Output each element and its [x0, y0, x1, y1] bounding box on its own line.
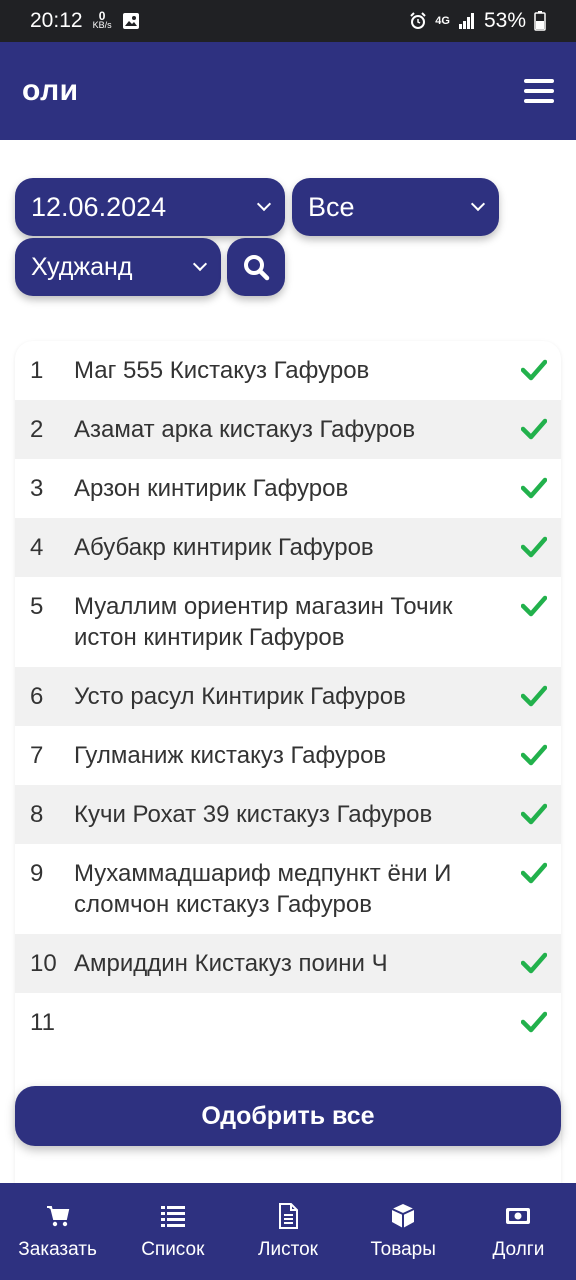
battery-percent: 53% [483, 9, 526, 32]
item-number: 2 [30, 416, 44, 443]
nav-label: Долги [492, 1238, 545, 1260]
check-icon [521, 803, 547, 825]
network-type: 4G [435, 15, 450, 27]
app-header: оли [0, 42, 576, 140]
nav-item-order[interactable]: Заказать [0, 1183, 115, 1280]
item-number: 1 [30, 357, 44, 384]
status-time: 20:12 [30, 9, 83, 32]
item-name: Амриддин Кистакуз поини Ч [74, 950, 388, 977]
item-name: Кучи Рохат 39 кистакуз Гафуров [74, 801, 433, 828]
search-icon [244, 255, 270, 281]
check-icon [521, 418, 547, 440]
item-name: Маг 555 Кистакуз Гафуров [74, 357, 370, 384]
nav-item-sheet[interactable]: Листок [230, 1183, 345, 1280]
nav-label: Листок [258, 1238, 318, 1260]
item-name: Азамат арка кистакуз Гафуров [74, 416, 416, 443]
item-name: Мухаммадшариф медпункт ёни Исломчон кист… [74, 860, 452, 918]
list-item[interactable]: 2 Азамат арка кистакуз Гафуров [15, 400, 561, 459]
chevron-down-icon [256, 196, 272, 212]
list-item[interactable]: 7 Гулманиж кистакуз Гафуров [15, 726, 561, 785]
cart-icon [46, 1205, 69, 1226]
list-item[interactable]: 11 [15, 993, 561, 1052]
document-icon [279, 1202, 298, 1229]
gallery-icon [122, 13, 139, 29]
list-item[interactable]: 4 Абубакр кинтирик Гафуров [15, 518, 561, 577]
item-number: 3 [30, 475, 44, 502]
city-select[interactable]: Худжанд [15, 238, 221, 296]
signal-icon [458, 13, 474, 29]
status-select-value: Все [308, 191, 355, 222]
list-item[interactable]: 8 Кучи Рохат 39 кистакуз Гафуров [15, 785, 561, 844]
list-item[interactable]: 6 Усто расул Кинтирик Гафуров [15, 667, 561, 726]
status-select[interactable]: Все [292, 178, 499, 236]
item-number: 5 [30, 593, 44, 620]
chevron-down-icon [470, 196, 486, 212]
page-title: оли [22, 74, 79, 107]
status-bar: 20:12 0 KB/s 4G 53% [0, 0, 576, 42]
item-name: Гулманиж кистакуз Гафуров [74, 742, 387, 769]
nav-label: Список [141, 1238, 205, 1260]
nav-item-list[interactable]: Список [115, 1183, 230, 1280]
check-icon [521, 477, 547, 499]
box-icon [391, 1203, 415, 1228]
item-number: 8 [30, 801, 44, 828]
check-icon [521, 1011, 547, 1033]
item-number: 10 [30, 950, 57, 977]
battery-icon [534, 11, 546, 31]
item-name: Арзон кинтирик Гафуров [74, 475, 349, 502]
check-icon [521, 685, 547, 707]
chevron-down-icon [192, 256, 208, 272]
bottom-nav: Заказать Список Листок Товары Долги [0, 1183, 576, 1280]
item-name: Абубакр кинтирик Гафуров [74, 534, 374, 561]
check-icon [521, 862, 547, 884]
nav-item-products[interactable]: Товары [346, 1183, 461, 1280]
city-select-value: Худжанд [31, 252, 133, 281]
date-select[interactable]: 12.06.2024 [15, 178, 285, 236]
approve-all-button[interactable]: Одобрить все [15, 1086, 561, 1146]
item-number: 9 [30, 860, 44, 887]
nav-label: Товары [370, 1238, 436, 1260]
item-number: 7 [30, 742, 44, 769]
nav-label: Заказать [18, 1238, 97, 1260]
check-icon [521, 359, 547, 381]
item-number: 6 [30, 683, 44, 710]
item-name: Усто расул Кинтирик Гафуров [74, 683, 406, 710]
item-number: 4 [30, 534, 44, 561]
check-icon [521, 595, 547, 617]
item-number: 11 [30, 1009, 55, 1036]
list-item[interactable]: 9 Мухаммадшариф медпункт ёни Исломчон кис… [15, 844, 561, 934]
hamburger-menu-icon[interactable] [524, 79, 554, 103]
list-icon [160, 1205, 185, 1227]
search-button[interactable] [227, 238, 285, 296]
nav-item-debts[interactable]: Долги [461, 1183, 576, 1280]
order-list: 1 Маг 555 Кистакуз Гафуров 2 Азамат арка ки… [15, 341, 561, 1183]
list-item[interactable]: 3 Арзон кинтирик Гафуров [15, 459, 561, 518]
network-speed: 0 KB/s [92, 9, 112, 30]
money-icon [506, 1207, 531, 1224]
date-select-value: 12.06.2024 [31, 191, 167, 222]
check-icon [521, 952, 547, 974]
list-item[interactable]: 1 Маг 555 Кистакуз Гафуров [15, 341, 561, 400]
alarm-icon [410, 12, 426, 29]
list-item[interactable]: 5 Муаллим ориентир магазин Точикистон кин… [15, 577, 561, 667]
item-name: Муаллим ориентир магазин Точикистон кинт… [74, 593, 453, 651]
list-item[interactable]: 10 Амриддин Кистакуз поини Ч [15, 934, 561, 993]
check-icon [521, 536, 547, 558]
check-icon [521, 744, 547, 766]
